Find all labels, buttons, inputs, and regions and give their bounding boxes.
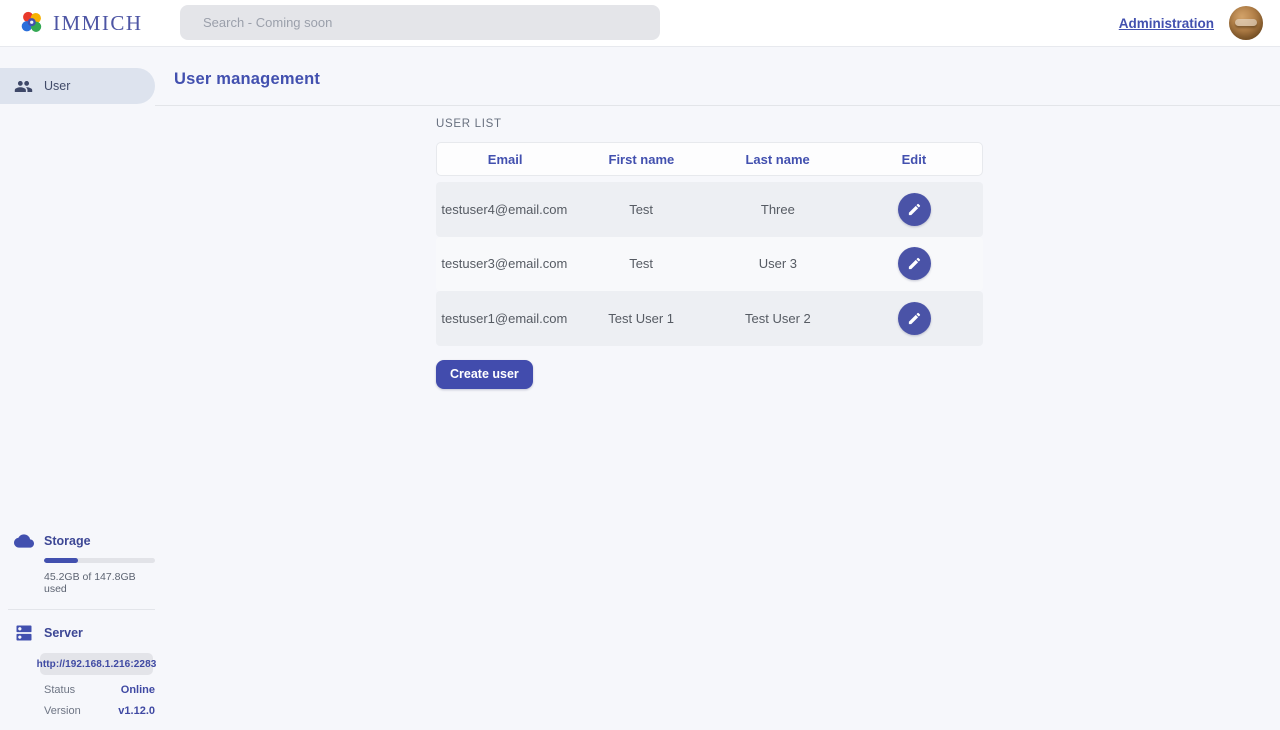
column-header-edit: Edit [846, 152, 982, 167]
version-value: v1.12.0 [118, 705, 155, 717]
table-row: testuser3@email.comTestUser 3 [436, 237, 983, 292]
storage-title: Storage [44, 534, 91, 548]
sidebar-divider [8, 609, 155, 610]
top-bar: IMMICH Administration [0, 0, 1280, 47]
users-icon [14, 77, 33, 96]
cell-first-name: Test [573, 202, 710, 217]
storage-progress-bar [44, 558, 155, 563]
cell-email: testuser3@email.com [436, 256, 573, 271]
user-table-rows: testuser4@email.comTestThreetestuser3@em… [436, 182, 983, 346]
cell-edit [846, 193, 983, 226]
edit-user-button[interactable] [898, 247, 931, 280]
pencil-icon [907, 202, 922, 217]
administration-link[interactable]: Administration [1119, 16, 1214, 31]
server-url-pill: http://192.168.1.216:2283 [40, 653, 153, 675]
cell-email: testuser4@email.com [436, 202, 573, 217]
main-content: User management USER LIST Email First na… [155, 47, 1280, 730]
page-title: User management [174, 70, 320, 88]
storage-usage-label: 45.2GB of 147.8GB used [44, 571, 155, 595]
edit-user-button[interactable] [898, 193, 931, 226]
server-url: http://192.168.1.216:2283 [37, 659, 157, 670]
status-label: Status [44, 684, 75, 696]
server-status-row: Status Online [44, 684, 155, 696]
table-row: testuser1@email.comTest User 1Test User … [436, 291, 983, 346]
cell-first-name: Test [573, 256, 710, 271]
column-header-last-name: Last name [710, 152, 846, 167]
content-header: User management [155, 47, 1280, 106]
brand-name: IMMICH [53, 11, 143, 36]
pencil-icon [907, 256, 922, 271]
topbar-right: Administration [1119, 6, 1280, 40]
cell-email: testuser1@email.com [436, 311, 573, 326]
sidebar-item-label: User [44, 79, 70, 93]
status-value: Online [121, 684, 155, 696]
immich-app: IMMICH Administration User [0, 0, 1280, 730]
sidebar-footer: Storage 45.2GB of 147.8GB used Server ht… [0, 531, 155, 730]
shell: User Storage 45.2GB of 147.8GB used [0, 47, 1280, 730]
cell-last-name: Three [710, 202, 847, 217]
cell-last-name: Test User 2 [710, 311, 847, 326]
column-header-first-name: First name [573, 152, 709, 167]
search-input[interactable] [180, 5, 660, 40]
cell-edit [846, 302, 983, 335]
storage-progress-fill [44, 558, 78, 563]
column-header-email: Email [437, 152, 573, 167]
pencil-icon [907, 311, 922, 326]
sidebar: User Storage 45.2GB of 147.8GB used [0, 47, 155, 730]
immich-logo-icon [19, 10, 45, 36]
sidebar-nav: User [0, 47, 155, 104]
user-table: Email First name Last name Edit testuser… [436, 142, 983, 346]
content-body: USER LIST Email First name Last name Edi… [155, 106, 1280, 389]
user-avatar[interactable] [1229, 6, 1263, 40]
cell-edit [846, 247, 983, 280]
table-row: testuser4@email.comTestThree [436, 182, 983, 237]
edit-user-button[interactable] [898, 302, 931, 335]
storage-section-header: Storage [0, 531, 155, 551]
brand: IMMICH [0, 10, 143, 36]
create-user-button[interactable]: Create user [436, 360, 533, 389]
version-label: Version [44, 705, 81, 717]
user-list-label: USER LIST [436, 118, 1280, 130]
server-title: Server [44, 626, 83, 640]
server-icon [14, 623, 34, 643]
server-version-row: Version v1.12.0 [44, 705, 155, 717]
server-section-header: Server [0, 623, 155, 643]
search-bar [180, 5, 660, 40]
sidebar-item-user[interactable]: User [0, 68, 155, 104]
cell-last-name: User 3 [710, 256, 847, 271]
cloud-icon [14, 531, 34, 551]
table-header: Email First name Last name Edit [436, 142, 983, 176]
cell-first-name: Test User 1 [573, 311, 710, 326]
